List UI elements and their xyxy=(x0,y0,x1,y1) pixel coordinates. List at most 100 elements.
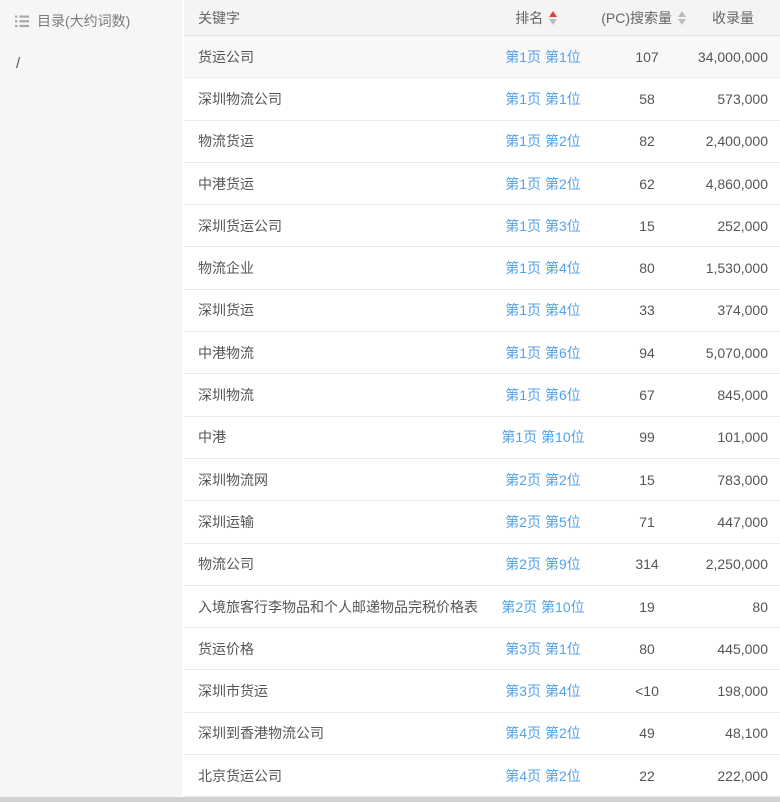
table-header-row: 关键字 排名 (PC)搜索量 收录量 xyxy=(184,0,780,36)
indexed-count-cell: 5,070,000 xyxy=(686,345,780,361)
rank-cell: 第2页 第10位 xyxy=(478,597,608,617)
keyword-cell: 货运公司 xyxy=(184,47,478,67)
keyword-cell: 深圳市货运 xyxy=(184,681,478,701)
table-row: 北京货运公司 第4页 第2位 22 222,000 xyxy=(184,755,780,797)
rank-link[interactable]: 第1页 第3位 xyxy=(505,218,580,234)
indexed-count-cell: 4,860,000 xyxy=(686,176,780,192)
column-header-volume-sortable[interactable]: (PC)搜索量 xyxy=(601,8,686,28)
search-volume-cell: 67 xyxy=(608,387,686,403)
table-row: 中港物流 第1页 第6位 94 5,070,000 xyxy=(184,332,780,374)
table-row: 深圳货运 第1页 第4位 33 374,000 xyxy=(184,290,780,332)
search-volume-cell: 80 xyxy=(608,641,686,657)
rank-link[interactable]: 第3页 第1位 xyxy=(505,641,580,657)
search-volume-cell: 22 xyxy=(608,768,686,784)
indexed-count-cell: 48,100 xyxy=(686,725,780,741)
search-volume-cell: 99 xyxy=(608,429,686,445)
rank-link[interactable]: 第1页 第1位 xyxy=(505,49,580,65)
rank-link[interactable]: 第2页 第2位 xyxy=(505,472,580,488)
indexed-count-cell: 1,530,000 xyxy=(686,260,780,276)
search-volume-cell: 33 xyxy=(608,302,686,318)
rank-link[interactable]: 第1页 第4位 xyxy=(505,260,580,276)
rank-link[interactable]: 第3页 第4位 xyxy=(505,683,580,699)
rank-cell: 第1页 第3位 xyxy=(478,216,608,236)
table-row: 物流公司 第2页 第9位 314 2,250,000 xyxy=(184,544,780,586)
table-body: 货运公司 第1页 第1位 107 34,000,000 深圳物流公司 第1页 第… xyxy=(184,36,780,797)
indexed-count-cell: 222,000 xyxy=(686,768,780,784)
indexed-count-cell: 845,000 xyxy=(686,387,780,403)
rank-cell: 第1页 第1位 xyxy=(478,89,608,109)
rank-cell: 第1页 第2位 xyxy=(478,131,608,151)
rank-cell: 第4页 第2位 xyxy=(478,766,608,786)
search-volume-cell: 19 xyxy=(608,599,686,615)
table-row: 物流货运 第1页 第2位 82 2,400,000 xyxy=(184,121,780,163)
indexed-count-cell: 573,000 xyxy=(686,91,780,107)
indexed-count-cell: 445,000 xyxy=(686,641,780,657)
search-volume-cell: 58 xyxy=(608,91,686,107)
search-volume-cell: <10 xyxy=(608,683,686,699)
rank-cell: 第1页 第2位 xyxy=(478,174,608,194)
table-row: 深圳市货运 第3页 第4位 <10 198,000 xyxy=(184,670,780,712)
rank-link[interactable]: 第2页 第9位 xyxy=(505,556,580,572)
indexed-count-cell: 80 xyxy=(686,599,780,615)
rank-link[interactable]: 第1页 第6位 xyxy=(505,345,580,361)
rank-cell: 第1页 第4位 xyxy=(478,258,608,278)
rank-cell: 第1页 第10位 xyxy=(478,427,608,447)
search-volume-cell: 49 xyxy=(608,725,686,741)
rank-link[interactable]: 第1页 第4位 xyxy=(505,302,580,318)
keyword-cell: 物流企业 xyxy=(184,258,478,278)
rank-link[interactable]: 第2页 第10位 xyxy=(501,599,584,615)
column-header-keyword: 关键字 xyxy=(184,8,471,28)
keyword-cell: 中港货运 xyxy=(184,174,478,194)
search-volume-cell: 62 xyxy=(608,176,686,192)
rank-link[interactable]: 第1页 第1位 xyxy=(505,91,580,107)
rank-link[interactable]: 第1页 第10位 xyxy=(501,429,584,445)
keyword-cell: 深圳物流 xyxy=(184,385,478,405)
table-row: 深圳物流 第1页 第6位 67 845,000 xyxy=(184,374,780,416)
horizontal-scrollbar-thumb[interactable] xyxy=(0,797,780,802)
keyword-cell: 物流公司 xyxy=(184,554,478,574)
column-header-rank-sortable[interactable]: 排名 xyxy=(471,8,601,28)
keyword-cell: 深圳货运公司 xyxy=(184,216,478,236)
search-volume-cell: 15 xyxy=(608,472,686,488)
search-volume-cell: 82 xyxy=(608,133,686,149)
rank-link[interactable]: 第1页 第2位 xyxy=(505,176,580,192)
indexed-count-cell: 447,000 xyxy=(686,514,780,530)
keyword-cell: 物流货运 xyxy=(184,131,478,151)
table-row: 中港货运 第1页 第2位 62 4,860,000 xyxy=(184,163,780,205)
horizontal-scrollbar[interactable] xyxy=(0,797,780,802)
table-row: 中港 第1页 第10位 99 101,000 xyxy=(184,417,780,459)
rank-link[interactable]: 第2页 第5位 xyxy=(505,514,580,530)
indexed-count-cell: 252,000 xyxy=(686,218,780,234)
table-row: 货运公司 第1页 第1位 107 34,000,000 xyxy=(184,36,780,78)
indexed-count-cell: 198,000 xyxy=(686,683,780,699)
table-row: 深圳到香港物流公司 第4页 第2位 49 48,100 xyxy=(184,713,780,755)
keyword-cell: 中港 xyxy=(184,427,478,447)
rank-cell: 第1页 第6位 xyxy=(478,385,608,405)
search-volume-cell: 71 xyxy=(608,514,686,530)
search-volume-cell: 314 xyxy=(608,556,686,572)
rank-cell: 第3页 第1位 xyxy=(478,639,608,659)
search-volume-cell: 15 xyxy=(608,218,686,234)
column-header-volume-label: (PC)搜索量 xyxy=(601,8,672,28)
sort-arrows-icon xyxy=(549,11,557,25)
sidebar-item-root-directory[interactable]: / xyxy=(0,31,182,72)
search-volume-cell: 107 xyxy=(608,49,686,65)
table-row: 货运价格 第3页 第1位 80 445,000 xyxy=(184,628,780,670)
indexed-count-cell: 374,000 xyxy=(686,302,780,318)
indexed-count-cell: 34,000,000 xyxy=(686,49,780,65)
keyword-cell: 中港物流 xyxy=(184,343,478,363)
keyword-cell: 深圳物流公司 xyxy=(184,89,478,109)
table-row: 深圳物流公司 第1页 第1位 58 573,000 xyxy=(184,78,780,120)
table-row: 入境旅客行李物品和个人邮递物品完税价格表 第2页 第10位 19 80 xyxy=(184,586,780,628)
rank-cell: 第2页 第9位 xyxy=(478,554,608,574)
directory-sidebar: 目录(大约词数) / xyxy=(0,0,184,797)
rank-link[interactable]: 第4页 第2位 xyxy=(505,768,580,784)
indexed-count-cell: 2,250,000 xyxy=(686,556,780,572)
rank-link[interactable]: 第1页 第2位 xyxy=(505,133,580,149)
table-row: 物流企业 第1页 第4位 80 1,530,000 xyxy=(184,247,780,289)
rank-link[interactable]: 第1页 第6位 xyxy=(505,387,580,403)
list-icon xyxy=(15,15,29,28)
rank-link[interactable]: 第4页 第2位 xyxy=(505,725,580,741)
keyword-cell: 入境旅客行李物品和个人邮递物品完税价格表 xyxy=(184,597,478,617)
sort-arrows-icon xyxy=(678,11,686,25)
